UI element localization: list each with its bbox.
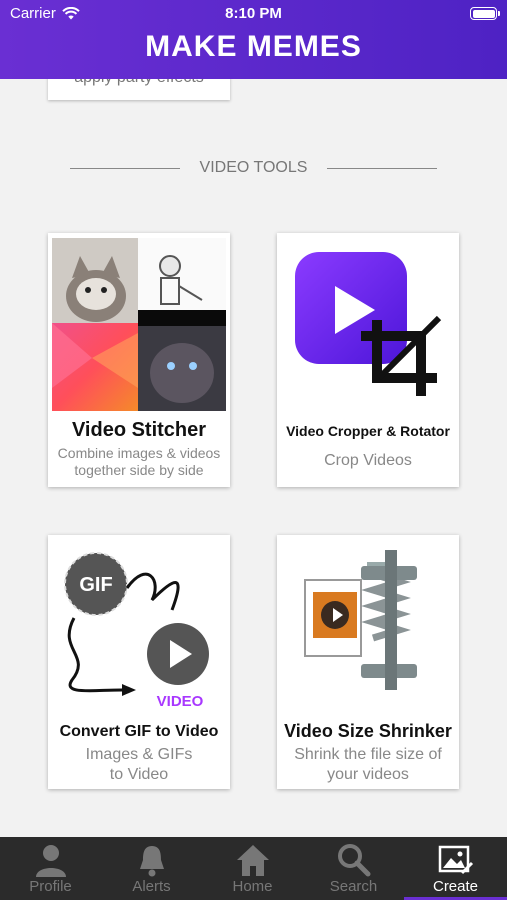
video-stitcher-thumbnail — [52, 238, 226, 411]
bell-icon — [140, 846, 164, 877]
tab-profile[interactable]: Profile — [0, 837, 101, 900]
tab-home[interactable]: Home — [202, 837, 303, 900]
video-shrinker-card[interactable]: Video Size Shrinker Shrink the file size… — [277, 535, 459, 789]
home-icon — [237, 845, 269, 876]
video-label: VIDEO — [157, 693, 204, 710]
video-stitcher-card[interactable]: Video Stitcher Combine images & videos t… — [48, 233, 230, 487]
app-header: Carrier 8:10 PM MAKE MEMES — [0, 0, 507, 79]
tab-label: Home — [232, 878, 273, 895]
tab-bar: Profile Alerts Home Search Create — [0, 837, 507, 900]
status-time: 8:10 PM — [225, 5, 282, 22]
tools-scroll-area[interactable]: apply party effects VIDEO TOOLS — [0, 79, 507, 837]
video-cropper-title: Video Cropper & Rotator — [286, 423, 450, 439]
gif-to-video-title: Convert GIF to Video — [59, 723, 219, 740]
tab-create[interactable]: Create — [404, 837, 507, 900]
video-shrinker-title: Video Size Shrinker — [284, 721, 452, 741]
video-stitcher-title: Video Stitcher — [71, 419, 207, 441]
video-cropper-card[interactable]: Video Cropper & Rotator Crop Videos — [277, 233, 459, 487]
gif-label: GIF — [79, 574, 112, 596]
status-bar: Carrier 8:10 PM — [0, 0, 507, 28]
section-header-video-tools: VIDEO TOOLS — [70, 159, 437, 179]
gif-to-video-card[interactable]: GIF VIDEO Convert GIF to Video Images & … — [48, 535, 230, 789]
tab-label: Search — [329, 878, 378, 895]
party-effects-subtitle: apply party effects — [48, 79, 230, 87]
tab-label: Alerts — [132, 878, 171, 895]
video-cropper-subtitle: Crop Videos — [324, 452, 412, 469]
video-stitcher-subtitle: Combine images & videos together side by… — [57, 445, 221, 478]
page-title: MAKE MEMES — [145, 30, 362, 63]
tab-search[interactable]: Search — [303, 837, 404, 900]
video-shrinker-subtitle: Shrink the file size of your videos — [294, 746, 442, 783]
tab-label: Create — [432, 878, 479, 895]
party-effects-card[interactable]: apply party effects — [48, 79, 230, 100]
gif-to-video-subtitle: Images & GIFs to Video — [85, 746, 193, 783]
tab-alerts[interactable]: Alerts — [101, 837, 202, 900]
video-shrinker-thumbnail — [281, 540, 455, 713]
image-edit-icon — [438, 845, 474, 875]
search-icon — [338, 844, 371, 877]
video-cropper-thumbnail — [281, 238, 455, 411]
tab-label: Profile — [29, 878, 72, 895]
gif-to-video-thumbnail: GIF VIDEO — [52, 540, 226, 713]
person-icon — [36, 845, 66, 877]
divider-right — [327, 168, 437, 169]
battery-icon — [470, 7, 500, 20]
